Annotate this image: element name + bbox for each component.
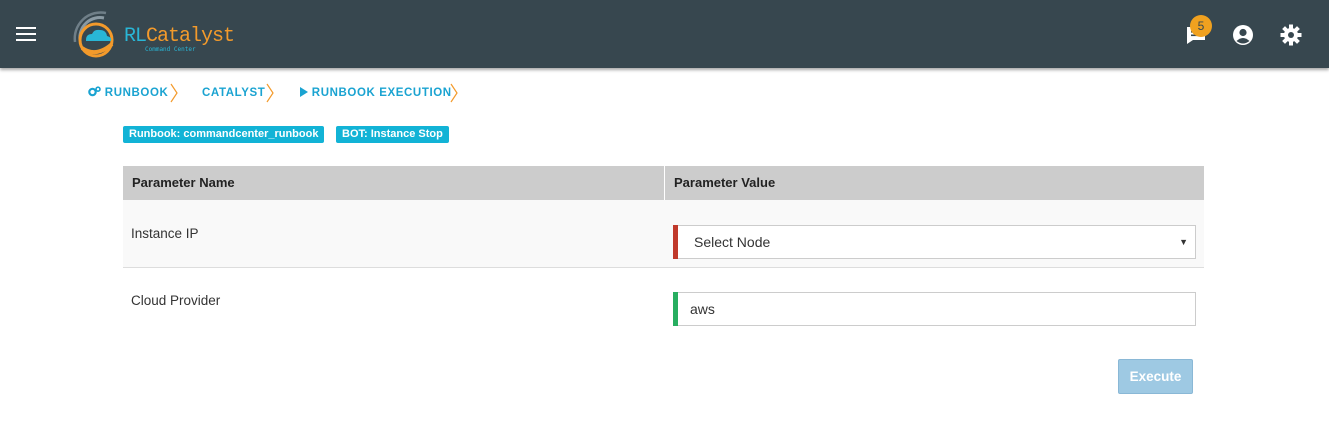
required-indicator [673, 225, 678, 259]
logo-brand: RLCatalyst [124, 25, 235, 48]
breadcrumb-runbook-execution[interactable]: RUNBOOK EXECUTION [299, 84, 452, 104]
table-row: Cloud Provider aws [123, 268, 1204, 334]
logo-subtitle: Command Center [145, 46, 196, 53]
caret-down-icon: ▼ [1179, 237, 1188, 247]
breadcrumb-label: RUNBOOK [104, 87, 169, 99]
notification-badge[interactable]: 5 [1190, 15, 1212, 37]
play-icon [300, 87, 308, 97]
instance-ip-select[interactable]: Select Node ▼ [673, 225, 1196, 259]
bot-tag: BOT: Instance Stop [336, 126, 449, 143]
chevron-right-icon [450, 83, 458, 103]
parameter-name: Cloud Provider [131, 293, 221, 308]
settings-gear-icon[interactable] [1279, 23, 1303, 47]
column-header-name: Parameter Name [132, 175, 235, 190]
table-row: Instance IP Select Node ▼ [123, 200, 1204, 268]
breadcrumb-runbook[interactable]: RUNBOOK [88, 84, 168, 104]
parameter-name: Instance IP [131, 226, 199, 241]
account-icon[interactable] [1231, 23, 1255, 47]
menu-icon[interactable] [16, 27, 36, 42]
breadcrumb-label: CATALYST [202, 87, 266, 99]
table-header: Parameter Name Parameter Value [123, 166, 1204, 200]
valid-indicator [673, 292, 678, 326]
select-value: Select Node [694, 234, 771, 250]
breadcrumb-catalyst[interactable]: CATALYST [202, 84, 265, 104]
breadcrumb-label: RUNBOOK EXECUTION [311, 87, 452, 99]
column-header-value: Parameter Value [674, 175, 776, 190]
cogs-icon [88, 86, 101, 97]
execute-button[interactable]: Execute [1118, 359, 1193, 394]
chevron-right-icon [266, 83, 274, 103]
chevron-right-icon [170, 83, 178, 103]
input-value: aws [690, 301, 715, 317]
cloud-provider-input[interactable]: aws [673, 292, 1196, 326]
runbook-tag: Runbook: commandcenter_runbook [123, 126, 325, 143]
column-divider [664, 166, 665, 200]
app-header: RLCatalyst Command Center 5 [0, 0, 1329, 68]
